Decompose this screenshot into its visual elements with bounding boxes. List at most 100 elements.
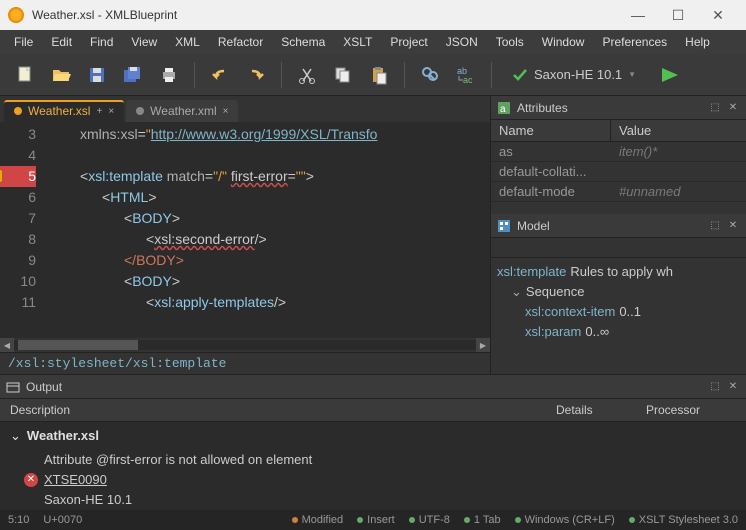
panel-close-button[interactable]: ✕	[726, 380, 740, 394]
scroll-left-button[interactable]: ◀	[0, 338, 14, 352]
scrollbar-thumb[interactable]	[18, 340, 138, 350]
menu-project[interactable]: Project	[382, 32, 435, 52]
redo-button[interactable]	[241, 60, 271, 90]
tab-modified-icon: +	[96, 106, 102, 117]
model-title: Model	[517, 219, 704, 233]
status-eol[interactable]: Windows (CR+LF)	[515, 514, 615, 526]
file-icon	[14, 107, 22, 115]
panel-pin-button[interactable]: ⬚	[708, 380, 722, 394]
attribute-row[interactable]: asitem()*	[491, 142, 746, 162]
new-file-button[interactable]	[10, 60, 40, 90]
horizontal-scrollbar[interactable]: ◀ ▶	[0, 338, 490, 352]
app-icon	[8, 7, 24, 23]
statusbar: 5:10 U+0070 Modified Insert UTF-8 1 Tab …	[0, 510, 746, 530]
svg-text:a: a	[500, 104, 506, 115]
menubar: FileEditFindViewXMLRefactorSchemaXSLTPro…	[0, 30, 746, 54]
output-title: Output	[26, 380, 704, 394]
menu-view[interactable]: View	[123, 32, 165, 52]
window-title: Weather.xsl - XMLBlueprint	[32, 8, 618, 22]
menu-edit[interactable]: Edit	[43, 32, 80, 52]
menu-file[interactable]: File	[6, 32, 41, 52]
menu-find[interactable]: Find	[82, 32, 121, 52]
editor-tabs: Weather.xsl+×Weather.xml×	[0, 96, 490, 122]
scroll-right-button[interactable]: ▶	[476, 338, 490, 352]
replace-button[interactable]: abac	[451, 60, 481, 90]
menu-window[interactable]: Window	[534, 32, 593, 52]
cut-button[interactable]	[292, 60, 322, 90]
find-button[interactable]	[415, 60, 445, 90]
toolbar-separator	[491, 62, 492, 88]
output-col-processor: Processor	[636, 399, 746, 421]
svg-text:ac: ac	[463, 75, 473, 85]
error-icon: ✕	[24, 473, 38, 487]
attributes-title: Attributes	[517, 101, 704, 115]
model-item[interactable]: xsl:param 0..∞	[525, 322, 740, 342]
menu-json[interactable]: JSON	[438, 32, 486, 52]
close-button[interactable]: ✕	[698, 0, 738, 30]
menu-xml[interactable]: XML	[167, 32, 208, 52]
copy-button[interactable]	[328, 60, 358, 90]
save-all-button[interactable]	[118, 60, 148, 90]
status-encoding[interactable]: UTF-8	[409, 514, 450, 526]
processor-selector[interactable]: Saxon-HE 10.1 ▼	[502, 63, 646, 87]
output-col-details: Details	[546, 399, 636, 421]
attribute-row[interactable]: default-collati...	[491, 162, 746, 182]
attributes-table: Name Value asitem()*default-collati...de…	[491, 120, 746, 202]
status-doctype: XSLT Stylesheet 3.0	[629, 514, 738, 526]
status-modified: Modified	[292, 514, 344, 526]
output-icon	[6, 380, 20, 394]
output-panel: Output ⬚ ✕ Description Details Processor…	[0, 374, 746, 510]
attr-col-value: Value	[611, 120, 659, 141]
output-col-description: Description	[0, 399, 546, 421]
panel-pin-button[interactable]: ⬚	[708, 101, 722, 115]
output-error-row[interactable]: ✕Attribute @first-error is not allowed o…	[6, 448, 740, 510]
attributes-panel: a Attributes ⬚ ✕ Name Value asitem()*def…	[491, 96, 746, 214]
open-file-button[interactable]	[46, 60, 76, 90]
maximize-button[interactable]: ☐	[658, 0, 698, 30]
status-position: 5:10	[8, 514, 29, 526]
panel-close-button[interactable]: ✕	[726, 219, 740, 233]
panel-pin-button[interactable]: ⬚	[708, 219, 722, 233]
file-icon	[136, 107, 144, 115]
run-button[interactable]	[652, 61, 688, 89]
code-content[interactable]: xmlns:xsl="http://www.w3.org/1999/XSL/Tr…	[44, 122, 490, 338]
line-gutter: 34567891011	[0, 122, 44, 338]
menu-tools[interactable]: Tools	[488, 32, 532, 52]
paste-button[interactable]	[364, 60, 394, 90]
toolbar-separator	[404, 62, 405, 88]
breadcrumb[interactable]: /xsl:stylesheet/xsl:template	[0, 352, 490, 374]
output-group[interactable]: Weather.xsl	[6, 424, 740, 448]
tab-close-button[interactable]: ×	[223, 106, 229, 117]
menu-preferences[interactable]: Preferences	[594, 32, 675, 52]
model-tree[interactable]: xsl:template Rules to apply wh ⌄ Sequenc…	[491, 258, 746, 346]
save-button[interactable]	[82, 60, 112, 90]
model-item[interactable]: xsl:context-item 0..1	[525, 302, 740, 322]
status-insert: Insert	[357, 514, 395, 526]
minimize-button[interactable]: —	[618, 0, 658, 30]
menu-schema[interactable]: Schema	[273, 32, 333, 52]
attribute-row[interactable]: default-mode#unnamed	[491, 182, 746, 202]
editor-pane: Weather.xsl+×Weather.xml× 34567891011 xm…	[0, 96, 490, 374]
toolbar-separator	[281, 62, 282, 88]
status-tab[interactable]: 1 Tab	[464, 514, 501, 526]
attr-col-name: Name	[491, 120, 611, 141]
model-icon	[497, 219, 511, 233]
check-icon	[512, 67, 528, 83]
status-unicode: U+0070	[43, 514, 82, 526]
tab-weather-xsl[interactable]: Weather.xsl+×	[4, 100, 124, 122]
menu-xslt[interactable]: XSLT	[335, 32, 380, 52]
panel-close-button[interactable]: ✕	[726, 101, 740, 115]
undo-button[interactable]	[205, 60, 235, 90]
model-panel: Model ⬚ ✕ xsl:template Rules to apply wh…	[491, 214, 746, 374]
attributes-icon: a	[497, 101, 511, 115]
code-editor[interactable]: 34567891011 xmlns:xsl="http://www.w3.org…	[0, 122, 490, 338]
toolbar: abac Saxon-HE 10.1 ▼	[0, 54, 746, 96]
tab-weather-xml[interactable]: Weather.xml×	[126, 100, 238, 122]
dropdown-icon: ▼	[628, 70, 636, 79]
print-button[interactable]	[154, 60, 184, 90]
menu-refactor[interactable]: Refactor	[210, 32, 271, 52]
menu-help[interactable]: Help	[677, 32, 718, 52]
tab-close-button[interactable]: ×	[108, 106, 114, 117]
processor-label: Saxon-HE 10.1	[534, 67, 622, 82]
titlebar: Weather.xsl - XMLBlueprint — ☐ ✕	[0, 0, 746, 30]
